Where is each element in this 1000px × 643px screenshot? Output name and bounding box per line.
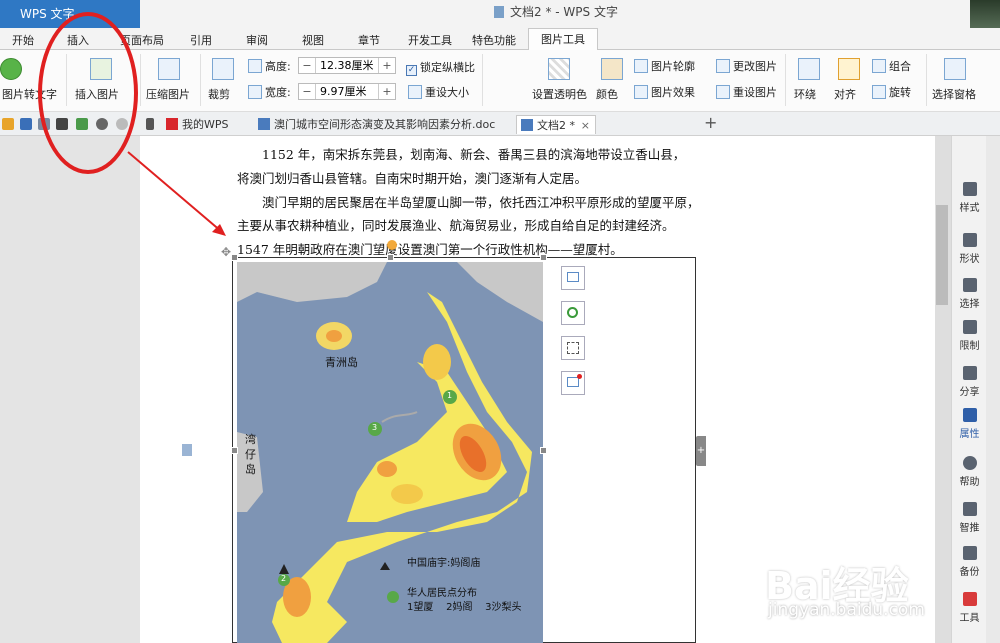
watermark-url: jingyan.baidu.com	[768, 600, 925, 620]
annotation-arrow	[127, 151, 226, 236]
